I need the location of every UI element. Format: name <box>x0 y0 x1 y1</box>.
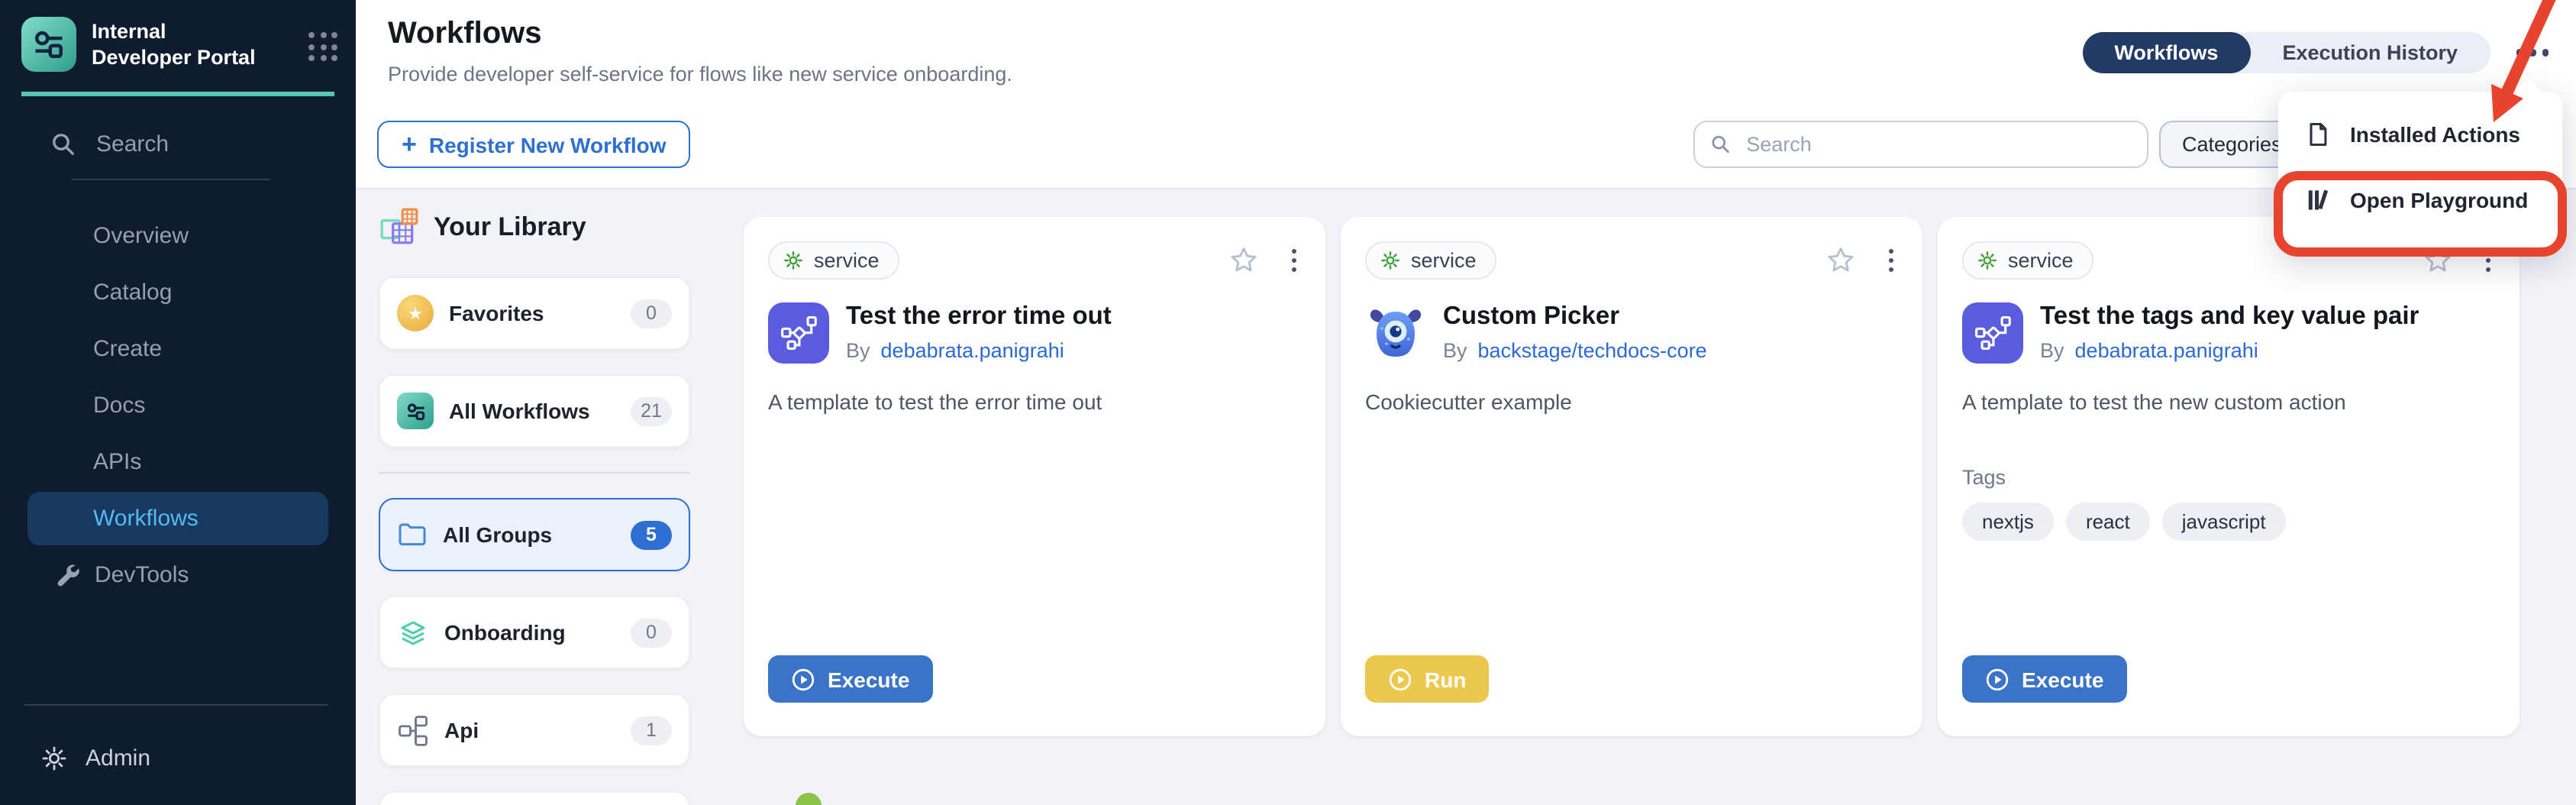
tab-execution-history[interactable]: Execution History <box>2250 32 2490 73</box>
author-link[interactable]: debabrata.panigrahi <box>881 339 1064 362</box>
execute-button[interactable]: Execute <box>768 655 932 703</box>
library-cubes-icon <box>379 206 420 247</box>
favorite-star-button[interactable] <box>1225 243 1261 278</box>
wrench-icon <box>55 562 81 588</box>
workflow-card: service <box>744 217 1325 736</box>
count-badge: 0 <box>631 299 672 328</box>
workflow-card-grid: service <box>744 217 2520 736</box>
card-title: Test the error time out <box>846 302 1112 333</box>
tag-pill: react <box>2066 503 2150 541</box>
run-button[interactable]: Run <box>1365 655 1489 703</box>
gear-icon <box>41 745 67 771</box>
tag-pill: nextjs <box>1962 503 2054 541</box>
library-header: Your Library <box>434 212 586 242</box>
sidebar-item-overview[interactable]: Overview <box>0 208 356 264</box>
count-badge: 1 <box>631 716 672 745</box>
app-logo-icon <box>21 17 76 72</box>
sidebar-search[interactable]: Search <box>50 131 356 157</box>
app-title: Internal Developer Portal <box>92 17 263 72</box>
count-badge: 5 <box>631 520 672 549</box>
main-area: Workflows Provide developer self-service… <box>356 0 2576 805</box>
favorites-star-icon: ★ <box>397 295 434 331</box>
count-badge: 21 <box>631 396 672 425</box>
sidebar-item-catalog[interactable]: Catalog <box>0 264 356 321</box>
sidebar: Internal Developer Portal Search Overvie… <box>0 0 356 805</box>
library-sidebar: Your Library ★ Favorites 0 All Workflows… <box>379 189 690 805</box>
play-icon <box>791 667 815 691</box>
view-toggle: Workflows Execution History <box>2082 32 2490 73</box>
library-item-onboarding[interactable]: Onboarding 0 <box>379 596 690 669</box>
search-input[interactable] <box>1743 131 2132 157</box>
library-item-api[interactable]: Api 1 <box>379 693 690 767</box>
tags-label: Tags <box>1962 466 2495 489</box>
more-menu-popover: Installed Actions Open Playground <box>2278 92 2562 254</box>
menu-item-installed-actions[interactable]: Installed Actions <box>2278 104 2562 165</box>
layers-icon <box>397 616 429 648</box>
folder-icon <box>397 519 428 550</box>
card-title: Custom Picker <box>1443 302 1707 333</box>
sidebar-divider <box>24 704 328 706</box>
search-icon <box>1710 133 1731 156</box>
plus-icon: + <box>402 131 417 157</box>
sidebar-item-docs[interactable]: Docs <box>0 377 356 434</box>
partial-section-icon <box>796 793 822 805</box>
sidebar-item-create[interactable]: Create <box>0 321 356 377</box>
register-new-workflow-button[interactable]: + Register New Workflow <box>377 121 691 168</box>
search-box <box>1693 121 2148 168</box>
logo-underline <box>21 92 334 96</box>
workflow-card: service <box>1341 217 1922 736</box>
apps-grid-icon[interactable] <box>308 17 337 61</box>
service-gear-icon <box>1977 251 1997 270</box>
type-badge: service <box>1962 241 2093 280</box>
sidebar-item-workflows[interactable]: Workflows <box>27 492 328 545</box>
author-link[interactable]: backstage/techdocs-core <box>1478 339 1707 362</box>
toolbar: + Register New Workflow Categories <box>356 121 2576 168</box>
execute-button[interactable]: Execute <box>1962 655 2126 703</box>
card-menu-button[interactable] <box>1884 244 1898 277</box>
author-link[interactable]: debabrata.panigrahi <box>2075 339 2258 362</box>
service-gear-icon <box>783 251 803 270</box>
play-icon <box>1985 667 2009 691</box>
library-item-all-groups[interactable]: All Groups 5 <box>379 498 690 571</box>
card-title: Test the tags and key value pair <box>2040 302 2419 333</box>
library-item-all-workflows[interactable]: All Workflows 21 <box>379 374 690 448</box>
card-description: A template to test the error time out <box>768 390 1301 414</box>
menu-item-open-playground[interactable]: Open Playground <box>2278 165 2562 235</box>
search-icon <box>50 131 76 157</box>
sidebar-item-apis[interactable]: APIs <box>0 434 356 490</box>
card-description: Cookiecutter example <box>1365 390 1898 414</box>
count-badge: 0 <box>631 618 672 647</box>
app-window: Internal Developer Portal Search Overvie… <box>0 0 2576 805</box>
tag-pill: javascript <box>2162 503 2286 541</box>
library-item-frontend[interactable]: npm Frontend 3 <box>379 791 690 805</box>
sidebar-item-admin[interactable]: Admin <box>41 745 356 771</box>
card-menu-button[interactable] <box>1286 244 1301 277</box>
library-item-favorites[interactable]: ★ Favorites 0 <box>379 276 690 350</box>
card-description: A template to test the new custom action <box>1962 390 2495 414</box>
type-badge: service <box>1365 241 1496 280</box>
type-badge: service <box>768 241 899 280</box>
sidebar-item-devtools[interactable]: DevTools <box>0 547 356 603</box>
library-books-icon <box>2304 186 2332 214</box>
favorite-star-button[interactable] <box>1822 243 1858 278</box>
workflow-card: service <box>1938 217 2520 736</box>
content-area: Your Library ★ Favorites 0 All Workflows… <box>356 188 2576 805</box>
sidebar-nav: Overview Catalog Create Docs APIs Workfl… <box>0 208 356 603</box>
template-icon <box>1962 302 2023 364</box>
document-icon <box>2304 121 2332 148</box>
tab-workflows[interactable]: Workflows <box>2082 32 2250 73</box>
more-menu-button[interactable] <box>2513 40 2552 66</box>
sitemap-icon <box>397 714 429 746</box>
monster-icon <box>1365 302 1426 364</box>
service-gear-icon <box>1380 251 1400 270</box>
play-icon <box>1388 667 1412 691</box>
search-underline <box>72 179 270 180</box>
library-divider <box>379 472 690 474</box>
sidebar-search-label: Search <box>96 131 169 157</box>
template-icon <box>768 302 829 364</box>
workflows-icon <box>397 393 434 429</box>
